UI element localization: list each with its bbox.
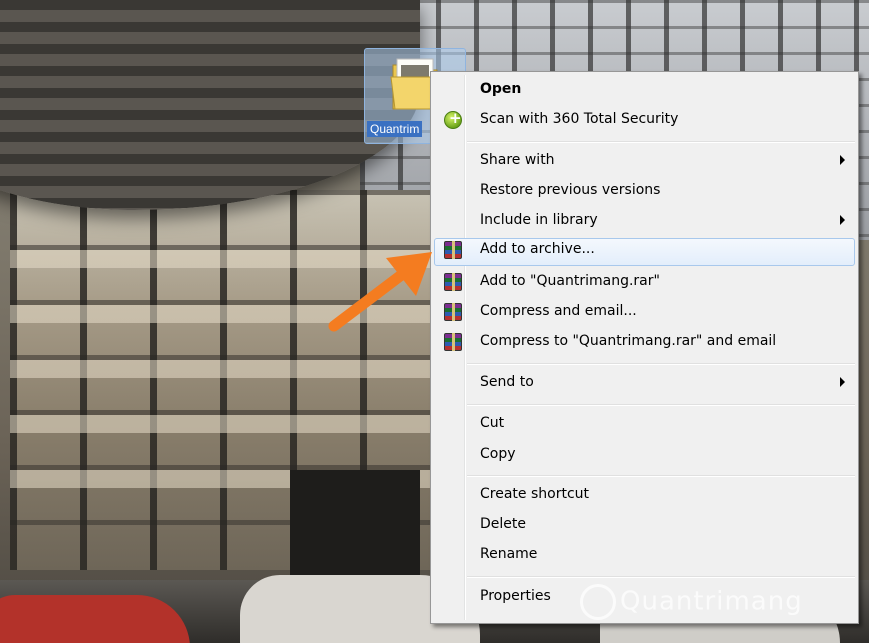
desktop-folder-label: Quantrim <box>367 121 423 137</box>
menu-item-open[interactable]: Open <box>434 78 855 102</box>
menu-separator <box>467 475 855 477</box>
menu-item-delete[interactable]: Delete <box>434 513 855 537</box>
menu-item-label: Send to <box>480 374 534 390</box>
menu-item-rename[interactable]: Rename <box>434 543 855 567</box>
menu-item-add-to-archive[interactable]: Add to archive... <box>434 238 855 266</box>
wallpaper-car <box>0 595 190 643</box>
menu-item-label: Add to "Quantrimang.rar" <box>480 273 660 289</box>
menu-item-label: Compress to "Quantrimang.rar" and email <box>480 333 777 349</box>
lightbulb-icon <box>580 584 616 620</box>
menu-item-scan-360[interactable]: Scan with 360 Total Security <box>434 108 855 132</box>
menu-item-label: Include in library <box>480 212 598 228</box>
menu-item-send-to[interactable]: Send to <box>434 371 855 395</box>
menu-separator <box>467 141 855 143</box>
menu-item-add-to-rar[interactable]: Add to "Quantrimang.rar" <box>434 270 855 294</box>
menu-item-include-in-library[interactable]: Include in library <box>434 209 855 233</box>
menu-item-copy[interactable]: Copy <box>434 443 855 467</box>
submenu-arrow-icon <box>840 215 845 225</box>
menu-item-cut[interactable]: Cut <box>434 412 855 436</box>
menu-item-label: Compress and email... <box>480 303 637 319</box>
watermark: Quantrimang <box>580 584 803 620</box>
menu-item-create-shortcut[interactable]: Create shortcut <box>434 483 855 507</box>
menu-item-label: Rename <box>480 546 538 562</box>
menu-separator <box>467 404 855 406</box>
watermark-text: Quantrimang <box>620 586 803 617</box>
wallpaper-canopy <box>0 0 420 210</box>
context-menu: Open Scan with 360 Total Security Share … <box>430 71 859 624</box>
menu-item-label: Cut <box>480 415 505 431</box>
menu-item-compress-and-email[interactable]: Compress and email... <box>434 300 855 324</box>
menu-item-label: Restore previous versions <box>480 182 661 198</box>
menu-item-label: Properties <box>480 588 551 604</box>
annotation-arrow-icon <box>328 252 432 332</box>
winrar-icon <box>444 273 462 291</box>
menu-separator <box>467 576 855 578</box>
winrar-icon <box>444 333 462 351</box>
menu-item-label: Add to archive... <box>480 241 595 257</box>
submenu-arrow-icon <box>840 155 845 165</box>
submenu-arrow-icon <box>840 377 845 387</box>
menu-separator <box>467 363 855 365</box>
menu-item-restore-previous-versions[interactable]: Restore previous versions <box>434 179 855 203</box>
menu-item-label: Create shortcut <box>480 486 590 502</box>
winrar-icon <box>444 303 462 321</box>
menu-item-share-with[interactable]: Share with <box>434 149 855 173</box>
360-security-icon <box>444 109 462 129</box>
menu-item-compress-to-rar-and-email[interactable]: Compress to "Quantrimang.rar" and email <box>434 330 855 354</box>
winrar-icon <box>444 241 462 259</box>
menu-item-label: Share with <box>480 152 555 168</box>
menu-item-label: Scan with 360 Total Security <box>480 111 679 127</box>
menu-item-label: Open <box>480 81 522 97</box>
menu-item-label: Copy <box>480 446 516 462</box>
menu-item-label: Delete <box>480 516 526 532</box>
